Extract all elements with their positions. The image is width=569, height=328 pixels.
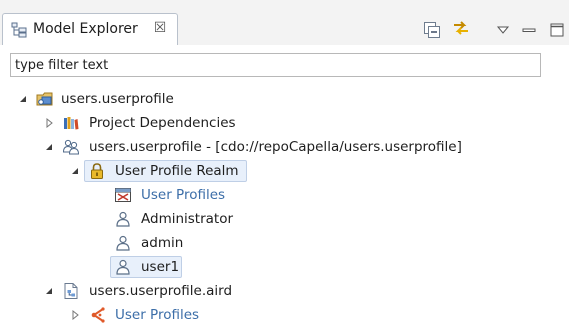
tree-item-label: Administrator [141, 211, 234, 227]
model-explorer-view: Model Explorer ☒ type filter text users.… [0, 0, 569, 328]
user-icon [116, 235, 130, 251]
tree-item-realm[interactable]: User Profile Realm [14, 160, 254, 182]
tree-item-user[interactable]: admin [14, 232, 234, 254]
expanded-twisty-icon[interactable] [70, 166, 80, 176]
tree-item-aird[interactable]: users.userprofile.aird [14, 280, 274, 302]
tree-item-user[interactable]: Administrator [14, 208, 234, 230]
tree-item-label: User Profiles [115, 307, 200, 323]
expanded-twisty-icon[interactable] [18, 94, 28, 104]
tree-item-label: User Profiles [141, 187, 226, 203]
tab-title: Model Explorer [33, 21, 138, 37]
tree-item-label: admin [141, 235, 184, 251]
user-profile-model-icon [62, 139, 80, 155]
view-menu-icon[interactable] [494, 21, 512, 39]
tree-item-user-profiles[interactable]: User Profiles [14, 184, 234, 206]
representation-icon [91, 307, 105, 323]
expanded-twisty-icon[interactable] [44, 286, 54, 296]
link-with-editor-icon[interactable] [452, 19, 470, 37]
library-icon [64, 117, 79, 130]
collapse-all-icon[interactable] [423, 21, 441, 39]
collapsed-twisty-icon[interactable] [44, 118, 54, 128]
minimize-icon[interactable] [520, 21, 538, 39]
tree-item-label: users.userprofile - [cdo://repoCapella/u… [89, 139, 462, 155]
tree-item-label: User Profile Realm [115, 163, 239, 179]
tree-item-label: Project Dependencies [89, 115, 236, 131]
tab-model-explorer[interactable]: Model Explorer ☒ [2, 13, 178, 45]
tree-item-resource[interactable]: users.userprofile - [cdo://repoCapella/u… [14, 136, 494, 158]
tree-item-label: users.userprofile.aird [89, 283, 233, 299]
filter-input[interactable] [11, 54, 540, 76]
capella-project-icon [36, 92, 53, 106]
tree-item-label: user1 [141, 259, 180, 275]
tree-item-project-dependencies[interactable]: Project Dependencies [14, 112, 274, 134]
user-profiles-icon [115, 188, 131, 202]
collapsed-twisty-icon[interactable] [70, 310, 80, 320]
aird-file-icon [64, 283, 78, 299]
maximize-icon[interactable] [548, 21, 566, 39]
tree-item-user[interactable]: user1 [14, 256, 234, 278]
lock-icon [91, 163, 103, 179]
model-explorer-icon [11, 22, 27, 38]
expanded-twisty-icon[interactable] [44, 142, 54, 152]
tree-item-representation[interactable]: User Profiles [14, 304, 234, 326]
tree-item-label: users.userprofile [61, 91, 174, 107]
close-icon[interactable]: ☒ [152, 20, 168, 36]
view-tab-bar: Model Explorer ☒ [0, 0, 569, 45]
model-tree: users.userprofile Project Dependencies u… [0, 0, 569, 328]
user-icon [116, 211, 130, 227]
user-icon [116, 259, 130, 275]
filter-box [10, 53, 541, 77]
tree-item-project[interactable]: users.userprofile [14, 88, 214, 110]
